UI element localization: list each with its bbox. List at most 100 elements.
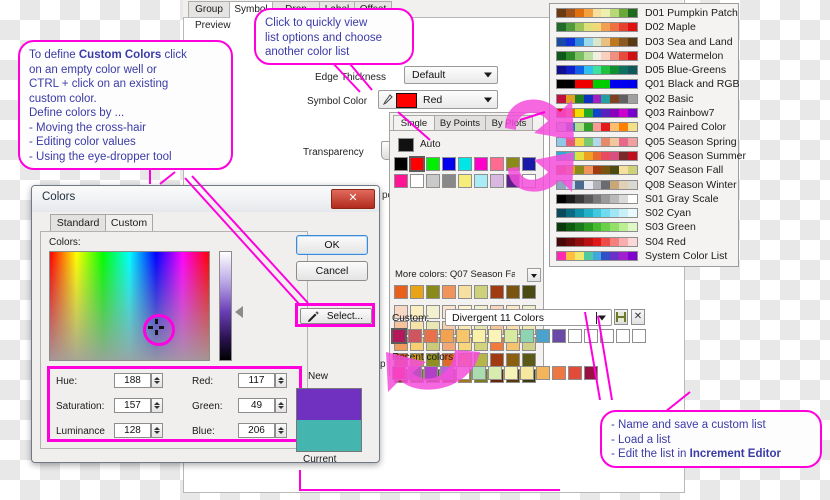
delete-list-button[interactable]: ✕: [631, 309, 645, 325]
edge-thickness-select[interactable]: Default: [404, 66, 498, 84]
color-swatch[interactable]: [522, 285, 536, 299]
color-swatch[interactable]: [458, 285, 472, 299]
color-list-item[interactable]: Q07 Season Fall: [550, 163, 738, 177]
color-swatch[interactable]: [458, 174, 472, 188]
color-swatch[interactable]: [424, 329, 438, 343]
color-swatch[interactable]: [490, 353, 504, 367]
color-list-item[interactable]: Q01 Black and RGB: [550, 77, 740, 91]
color-swatch[interactable]: [504, 329, 518, 343]
color-swatch[interactable]: [472, 366, 486, 380]
color-swatch[interactable]: [520, 329, 534, 343]
close-button[interactable]: ✕: [331, 189, 375, 209]
select-eyedropper-button[interactable]: Select...: [300, 308, 372, 324]
color-swatch[interactable]: [392, 366, 406, 380]
color-swatch[interactable]: [394, 174, 408, 188]
color-swatch[interactable]: [474, 285, 488, 299]
color-swatch[interactable]: [474, 174, 488, 188]
color-swatch[interactable]: [490, 285, 504, 299]
color-swatch[interactable]: [632, 329, 646, 343]
color-swatch[interactable]: [426, 174, 440, 188]
color-swatch[interactable]: [488, 329, 502, 343]
color-swatch[interactable]: [506, 285, 520, 299]
saturation-stepper[interactable]: [151, 398, 163, 413]
color-swatch[interactable]: [552, 329, 566, 343]
red-stepper[interactable]: [275, 373, 287, 388]
auto-color-swatch[interactable]: [398, 138, 414, 152]
color-swatch[interactable]: [442, 285, 456, 299]
hue-stepper[interactable]: [151, 373, 163, 388]
luminance-bar[interactable]: [219, 251, 232, 361]
luminance-pointer[interactable]: [235, 306, 243, 318]
red-field[interactable]: 117: [238, 373, 275, 388]
crosshair-marker[interactable]: [143, 314, 175, 346]
symbol-color-select[interactable]: Red: [378, 90, 498, 109]
color-list-item[interactable]: Q06 Season Summer: [550, 149, 746, 163]
more-colors-dropdown-button[interactable]: [527, 268, 541, 282]
color-swatch[interactable]: [394, 285, 408, 299]
color-list-item[interactable]: D02 Maple: [550, 20, 738, 34]
dialog-tab-custom[interactable]: Custom: [105, 214, 153, 232]
color-swatch[interactable]: [490, 174, 504, 188]
color-list-item[interactable]: D03 Sea and Land: [550, 35, 738, 49]
color-swatch[interactable]: [520, 366, 534, 380]
color-list-item[interactable]: D05 Blue-Greens: [550, 63, 738, 77]
color-list-item[interactable]: S02 Cyan: [550, 206, 738, 220]
color-swatch[interactable]: [391, 328, 407, 344]
blue-stepper[interactable]: [275, 423, 287, 438]
color-swatch[interactable]: [474, 157, 488, 171]
color-swatch[interactable]: [522, 353, 536, 367]
color-swatch[interactable]: [506, 157, 520, 171]
blue-field[interactable]: 206: [238, 423, 275, 438]
color-swatch[interactable]: [522, 174, 536, 188]
color-swatch[interactable]: [536, 329, 550, 343]
color-swatch[interactable]: [458, 353, 472, 367]
color-swatch[interactable]: [536, 366, 550, 380]
color-gradient-picker[interactable]: [49, 251, 210, 361]
ok-button[interactable]: OK: [296, 235, 368, 255]
hue-field[interactable]: 188: [114, 373, 151, 388]
color-swatch[interactable]: [584, 329, 598, 343]
color-swatch[interactable]: [552, 366, 566, 380]
color-swatch[interactable]: [506, 174, 520, 188]
dialog-tab-standard[interactable]: Standard: [50, 214, 106, 231]
luminance-field[interactable]: 128: [114, 423, 151, 438]
color-swatch[interactable]: [409, 156, 425, 172]
color-swatch[interactable]: [458, 157, 472, 171]
color-list-item[interactable]: System Color List: [550, 249, 738, 263]
color-swatch[interactable]: [490, 157, 504, 171]
color-swatch[interactable]: [424, 366, 438, 380]
color-list-item[interactable]: D04 Watermelon: [550, 49, 738, 63]
color-swatch[interactable]: [426, 157, 440, 171]
color-swatch[interactable]: [426, 285, 440, 299]
color-swatch[interactable]: [442, 174, 456, 188]
color-swatch[interactable]: [522, 157, 536, 171]
color-swatch[interactable]: [410, 285, 424, 299]
color-swatch[interactable]: [474, 353, 488, 367]
luminance-stepper[interactable]: [151, 423, 163, 438]
color-swatch[interactable]: [504, 366, 518, 380]
color-swatch[interactable]: [410, 174, 424, 188]
color-swatch[interactable]: [408, 366, 422, 380]
panel-tab-by-plots[interactable]: By Plots: [485, 115, 533, 130]
color-list-item[interactable]: Q05 Season Spring: [550, 135, 738, 149]
custom-list-input[interactable]: Divergent 11 Colors: [445, 309, 612, 326]
color-list-item[interactable]: S04 Red: [550, 235, 738, 249]
green-field[interactable]: 49: [238, 398, 275, 413]
color-swatch[interactable]: [616, 329, 630, 343]
save-list-button[interactable]: [614, 309, 628, 325]
color-list-item[interactable]: Q03 Rainbow7: [550, 106, 738, 120]
color-list-item[interactable]: S01 Gray Scale: [550, 192, 738, 206]
panel-tab-single[interactable]: Single: [393, 115, 435, 131]
tab-group[interactable]: Group: [188, 1, 230, 17]
color-swatch[interactable]: [440, 329, 454, 343]
color-list-item[interactable]: D01 Pumpkin Patch: [550, 6, 738, 20]
color-list-item[interactable]: S03 Green: [550, 220, 738, 234]
color-swatch[interactable]: [456, 366, 470, 380]
cancel-button[interactable]: Cancel: [296, 261, 368, 281]
color-list-item[interactable]: Q08 Season Winter: [550, 178, 738, 192]
color-swatch[interactable]: [568, 366, 582, 380]
panel-tab-by-points[interactable]: By Points: [434, 115, 486, 130]
color-list-item[interactable]: Q02 Basic: [550, 92, 738, 106]
color-swatch[interactable]: [506, 353, 520, 367]
color-swatch[interactable]: [568, 329, 582, 343]
